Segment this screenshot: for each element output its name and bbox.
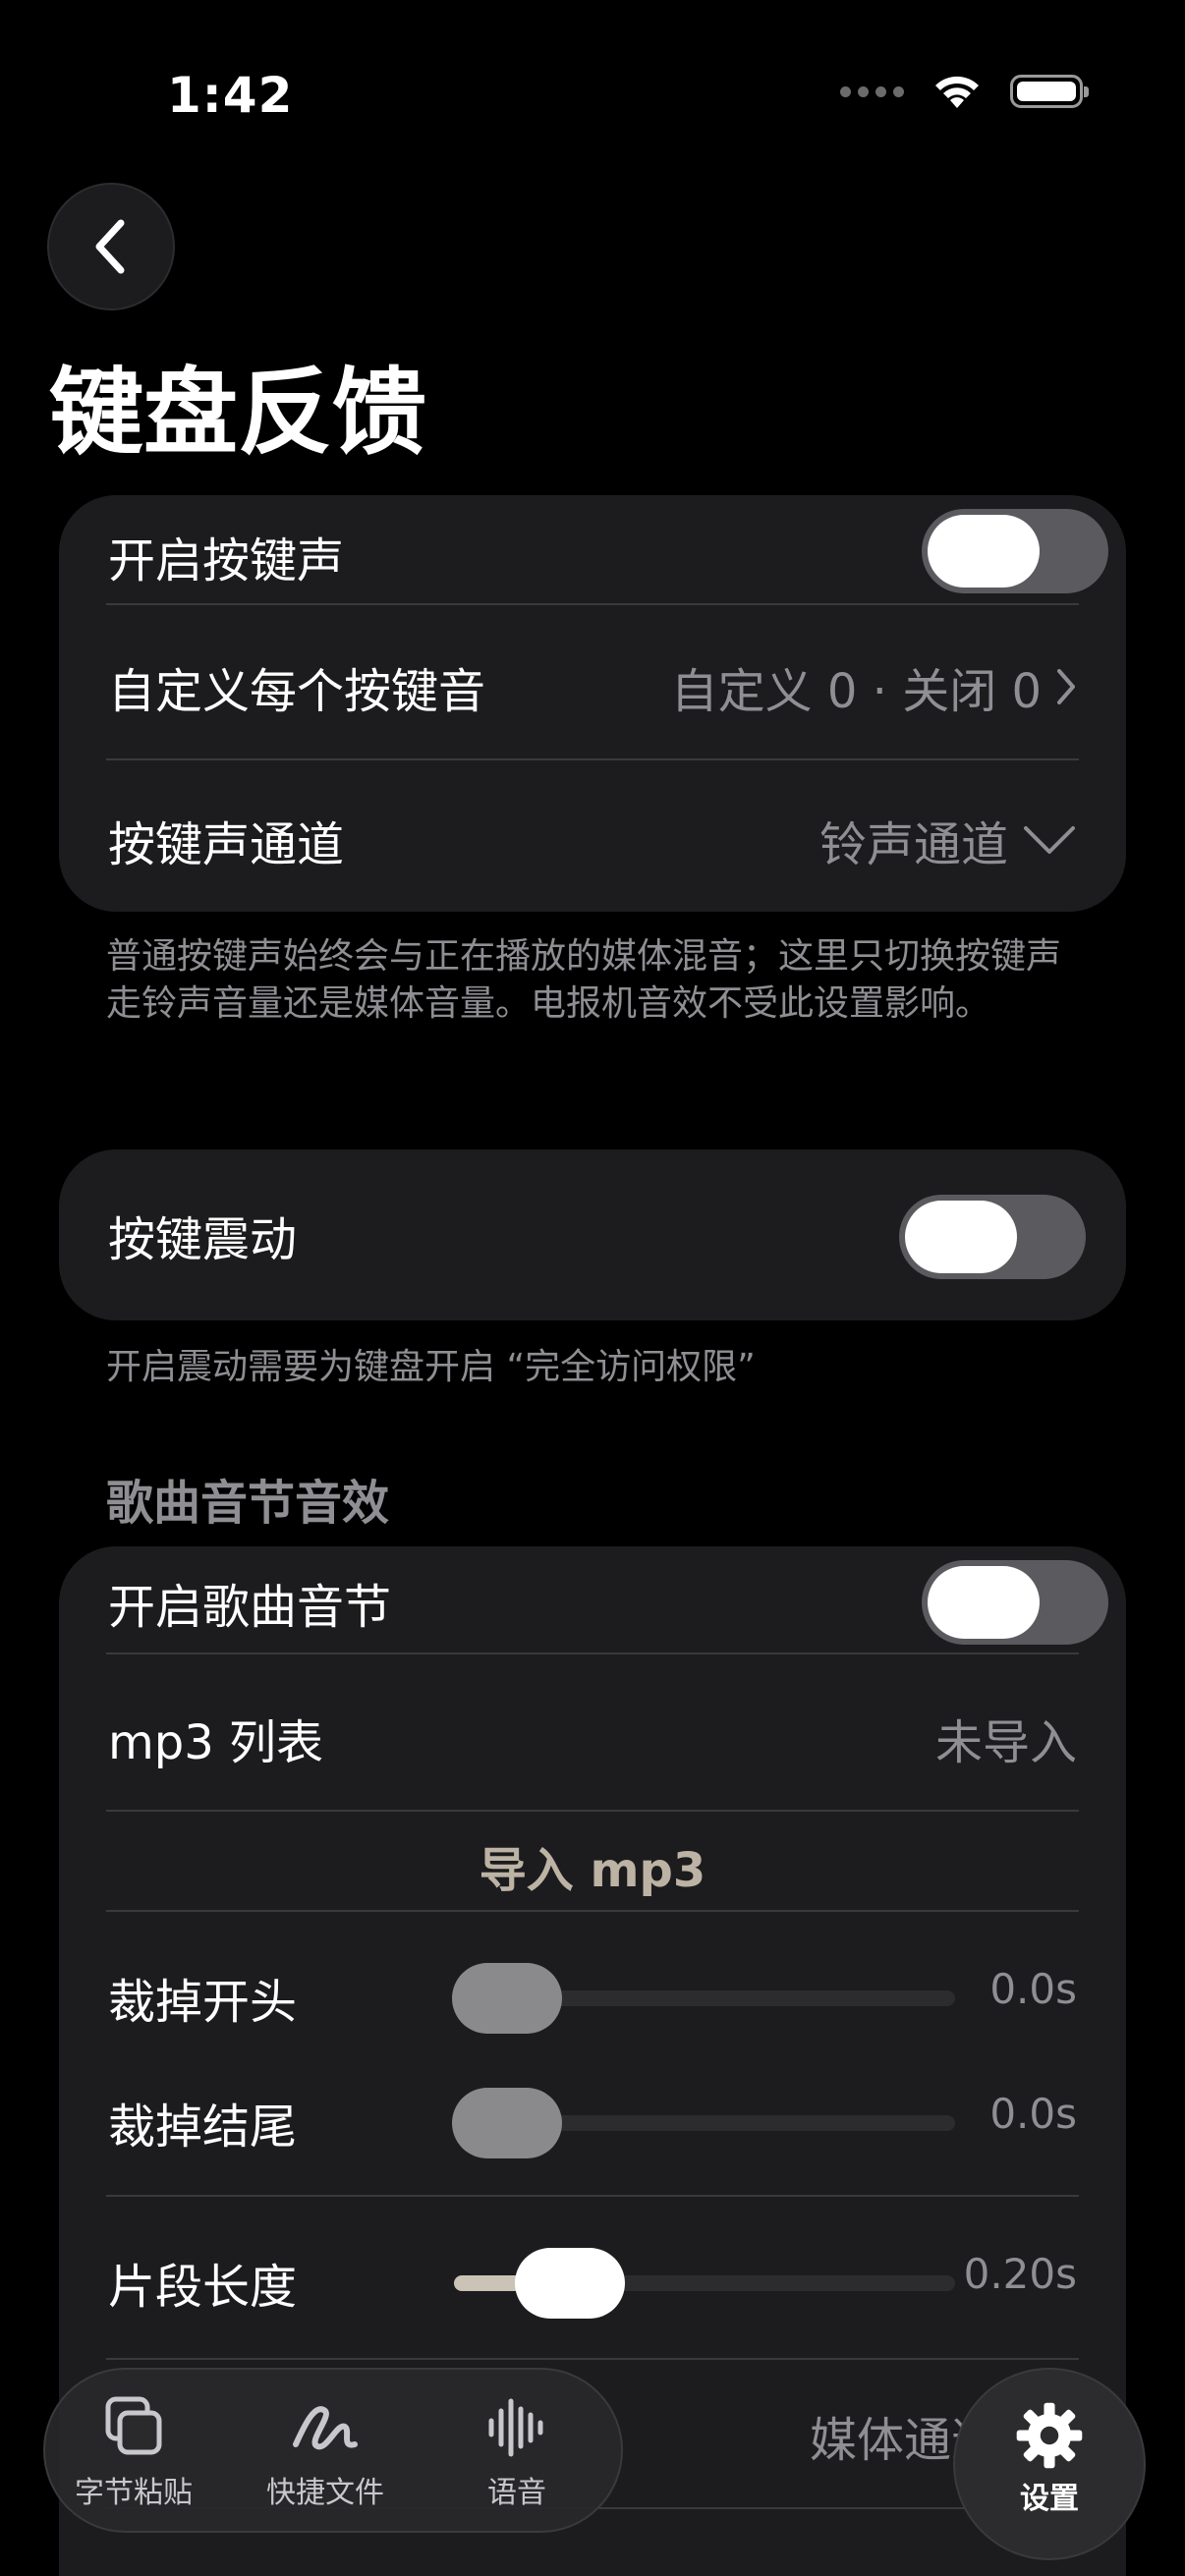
page-title: 键盘反馈: [49, 358, 426, 468]
copy-icon: [105, 2396, 162, 2455]
divider: [106, 758, 1079, 760]
key-sound-footnote: 普通按键声始终会与正在播放的媒体混音；这里只切换按键声走铃声音量还是媒体音量。电…: [106, 936, 1062, 1024]
status-time: 1:42: [167, 67, 294, 124]
divider: [106, 603, 1079, 605]
toggle-knob: [928, 1566, 1040, 1639]
waveform-icon: [488, 2398, 543, 2457]
segment-length-row: 片段长度 0.20s: [108, 2240, 1077, 2319]
divider: [106, 2358, 1079, 2360]
slider-thumb[interactable]: [452, 1963, 562, 2034]
segment-length-label: 片段长度: [108, 2260, 298, 2315]
trim-end-row: 裁掉结尾 0.0s: [108, 2080, 1077, 2158]
back-button[interactable]: [47, 183, 175, 310]
divider: [106, 2195, 1079, 2197]
key-sound-channel-row[interactable]: 按键声通道 铃声通道: [108, 806, 1077, 874]
tab-voice[interactable]: 语音: [428, 2393, 605, 2511]
mp3-list-label: mp3 列表: [108, 1715, 324, 1770]
tab-settings[interactable]: 设置: [953, 2368, 1146, 2560]
vibration-footnote: 开启震动需要为键盘开启 “完全访问权限”: [106, 1347, 756, 1387]
divider: [106, 1810, 1079, 1812]
tab-byte-paste[interactable]: 字节粘贴: [45, 2393, 222, 2511]
custom-key-sounds-value: 自定义 0 · 关闭 0: [671, 652, 1077, 721]
gear-icon: [1016, 2402, 1083, 2469]
enable-key-sound-toggle[interactable]: [922, 509, 1108, 593]
chevron-down-icon: [1024, 826, 1075, 854]
scribble-icon: [293, 2406, 358, 2450]
segment-length-slider[interactable]: [454, 2248, 955, 2319]
tab-bar: 字节粘贴 快捷文件 语音: [43, 2368, 623, 2533]
trim-end-value: 0.0s: [989, 2090, 1077, 2138]
battery-icon: [1010, 75, 1089, 108]
enable-key-sound-label: 开启按键声: [108, 533, 345, 588]
trim-start-label: 裁掉开头: [108, 1975, 298, 2030]
chevron-left-icon: [95, 219, 125, 274]
screen: 1:42 键盘反馈 开启按键声 自定义每个按键音 自定义 0 · 关闭 0 按键…: [0, 0, 1185, 2576]
custom-key-sounds-summary: 自定义 0 · 关闭 0: [670, 664, 1042, 719]
trim-start-row: 裁掉开头 0.0s: [108, 1955, 1077, 2034]
toggle-knob: [905, 1201, 1017, 1273]
chevron-right-icon: [1057, 669, 1075, 704]
key-sound-card: 开启按键声 自定义每个按键音 自定义 0 · 关闭 0 按键声通道 铃声通道: [59, 495, 1126, 912]
wifi-icon: [935, 76, 979, 108]
import-mp3-button[interactable]: 导入 mp3: [108, 1831, 1077, 1900]
cellular-signal-icon: [840, 85, 904, 97]
enable-song-toggle[interactable]: [922, 1560, 1108, 1645]
status-indicators: [840, 73, 1089, 110]
trim-start-value: 0.0s: [989, 1965, 1077, 2013]
custom-key-sounds-row[interactable]: 自定义每个按键音 自定义 0 · 关闭 0: [108, 652, 1077, 721]
key-sound-channel-selected: 铃声通道: [818, 817, 1008, 872]
song-section-header: 歌曲音节音效: [106, 1476, 390, 1531]
vibration-toggle[interactable]: [899, 1195, 1086, 1279]
divider: [106, 1652, 1079, 1654]
enable-song-label: 开启歌曲音节: [108, 1580, 392, 1635]
segment-length-value: 0.20s: [963, 2250, 1077, 2298]
toggle-knob: [928, 515, 1040, 588]
mp3-list-value: 未导入: [934, 1715, 1077, 1770]
divider: [106, 1910, 1079, 1912]
tab-label: 快捷文件: [266, 2476, 384, 2510]
trim-start-slider[interactable]: [452, 1963, 955, 2034]
trim-end-slider[interactable]: [452, 2088, 955, 2158]
custom-key-sounds-label: 自定义每个按键音: [108, 664, 486, 719]
tab-label: 设置: [1020, 2482, 1079, 2516]
tab-label: 字节粘贴: [75, 2476, 193, 2510]
tab-label: 语音: [487, 2476, 546, 2510]
tab-quick-files[interactable]: 快捷文件: [237, 2393, 414, 2511]
vibration-label: 按键震动: [108, 1212, 298, 1267]
mp3-list-row[interactable]: mp3 列表 未导入: [108, 1704, 1077, 1772]
slider-thumb[interactable]: [515, 2248, 625, 2319]
vibration-card: 按键震动: [59, 1149, 1126, 1320]
trim-end-label: 裁掉结尾: [108, 2100, 298, 2155]
slider-thumb[interactable]: [452, 2088, 562, 2158]
key-sound-channel-label: 按键声通道: [108, 817, 345, 872]
key-sound-channel-value[interactable]: 铃声通道: [819, 806, 1077, 874]
